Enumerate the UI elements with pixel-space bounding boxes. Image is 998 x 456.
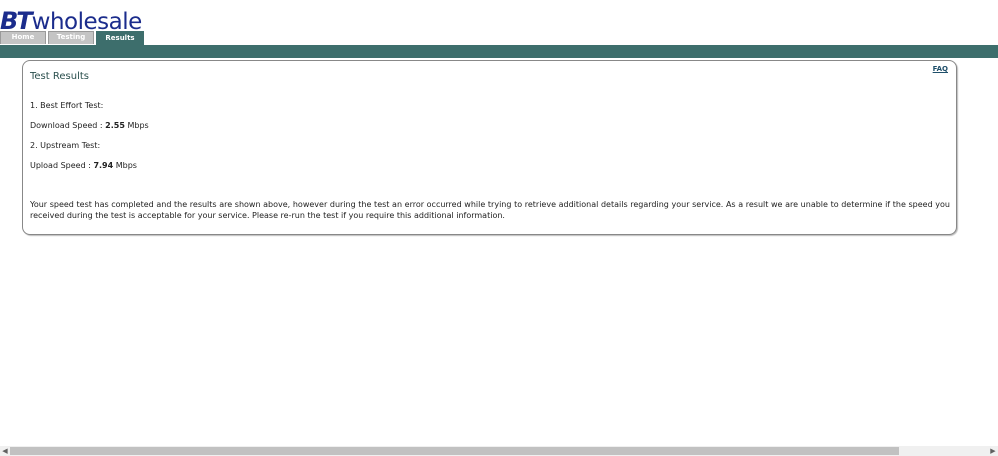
- upload-speed-label: Upload Speed :: [30, 161, 94, 170]
- scrollbar-thumb[interactable]: [10, 447, 899, 455]
- download-speed-value: 2.55: [105, 121, 125, 130]
- page-title: Test Results: [30, 71, 89, 82]
- page: BT wholesale Home Testing Results FAQ Te…: [0, 0, 998, 456]
- upstream-heading: 2. Upstream Test:: [30, 141, 101, 150]
- nav-tabs: Home Testing Results: [0, 31, 146, 45]
- upload-speed-value: 7.94: [93, 161, 114, 170]
- download-speed-label: Download Speed :: [30, 121, 106, 130]
- result-message: Your speed test has completed and the re…: [30, 200, 950, 220]
- header-bar: [0, 45, 998, 58]
- chevron-right-icon[interactable]: ▶: [988, 446, 998, 456]
- upload-speed-row: Upload Speed : 7.94 Mbps: [30, 161, 137, 170]
- download-speed-unit: Mbps: [124, 121, 149, 130]
- upload-speed-unit: Mbps: [113, 161, 137, 170]
- horizontal-scrollbar[interactable]: ◀ ▶: [0, 446, 998, 456]
- results-panel: FAQ Test Results 1. Best Effort Test: Do…: [22, 60, 957, 235]
- download-speed-row: Download Speed : 2.55 Mbps: [30, 121, 149, 130]
- chevron-left-icon[interactable]: ◀: [0, 446, 10, 456]
- faq-link[interactable]: FAQ: [933, 65, 948, 73]
- tab-results[interactable]: Results: [96, 31, 144, 45]
- tab-testing[interactable]: Testing: [48, 31, 94, 44]
- tab-home[interactable]: Home: [0, 31, 46, 44]
- best-effort-heading: 1. Best Effort Test:: [30, 101, 104, 110]
